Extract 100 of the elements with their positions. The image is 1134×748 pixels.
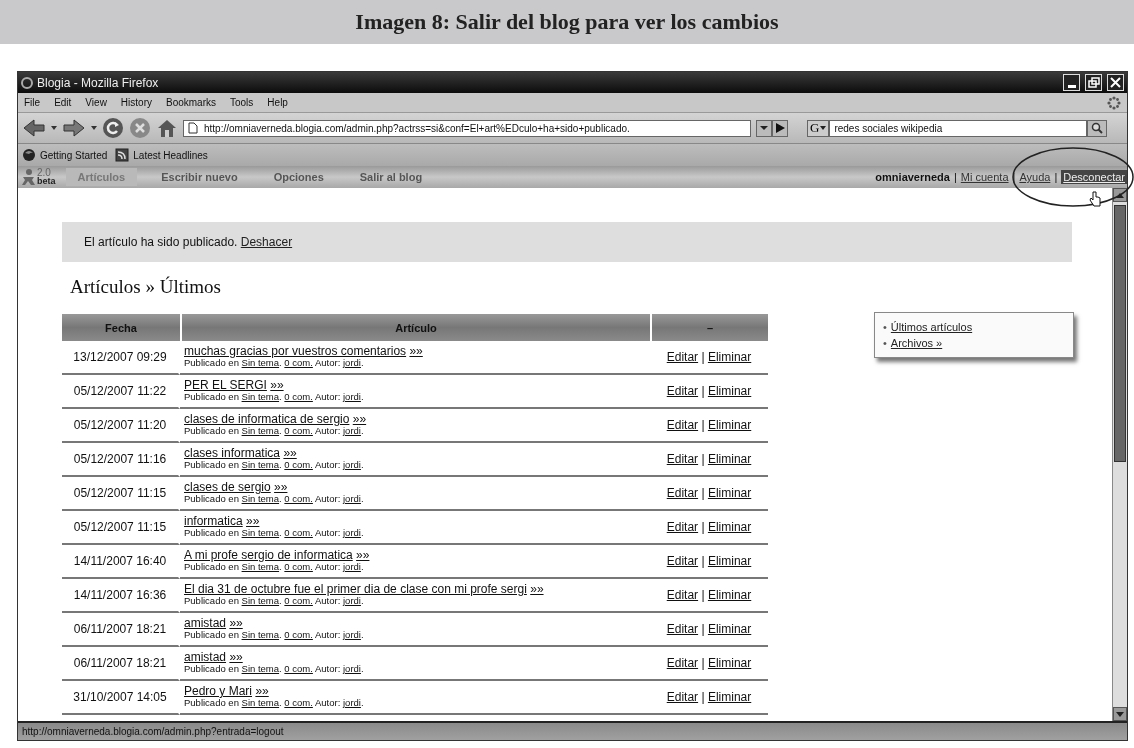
search-field[interactable]: redes sociales wikipedia bbox=[829, 119, 1088, 137]
scrollbar[interactable] bbox=[1112, 188, 1127, 721]
delete-link[interactable]: Eliminar bbox=[707, 554, 752, 568]
delete-link[interactable]: Eliminar bbox=[707, 622, 752, 636]
search-engine-button[interactable]: G bbox=[807, 119, 830, 137]
more-link[interactable]: »» bbox=[274, 480, 288, 494]
meta-link[interactable]: jordi bbox=[343, 629, 361, 640]
delete-link[interactable]: Eliminar bbox=[707, 452, 752, 466]
meta-link[interactable]: 0 com. bbox=[284, 629, 313, 640]
meta-link[interactable]: jordi bbox=[343, 527, 361, 538]
sidebar-link[interactable]: Archivos » bbox=[890, 337, 943, 349]
meta-link[interactable]: 0 com. bbox=[284, 459, 313, 470]
meta-link[interactable]: 0 com. bbox=[284, 391, 313, 402]
meta-link[interactable]: jordi bbox=[343, 561, 361, 572]
dropdown-arrow-icon[interactable] bbox=[91, 125, 97, 131]
search-button[interactable] bbox=[1087, 119, 1108, 137]
menu-item[interactable]: Help bbox=[267, 97, 288, 108]
reload-button[interactable] bbox=[102, 117, 124, 139]
edit-link[interactable]: Editar bbox=[666, 554, 699, 568]
delete-link[interactable]: Eliminar bbox=[707, 384, 752, 398]
article-title-link[interactable]: amistad bbox=[184, 616, 227, 630]
history-dropdown-button[interactable] bbox=[756, 119, 772, 137]
menu-item[interactable]: View bbox=[85, 97, 107, 108]
user-link[interactable]: Desconectar bbox=[1061, 170, 1127, 184]
article-title-link[interactable]: clases informatica bbox=[184, 446, 281, 460]
edit-link[interactable]: Editar bbox=[666, 656, 699, 670]
more-link[interactable]: »» bbox=[356, 548, 370, 562]
home-button[interactable] bbox=[156, 118, 178, 138]
meta-link[interactable]: 0 com. bbox=[284, 663, 313, 674]
nav-tab[interactable]: Escribir nuevo bbox=[149, 168, 250, 186]
article-title-link[interactable]: muchas gracias por vuestros comentarios bbox=[184, 344, 407, 358]
scroll-thumb[interactable] bbox=[1114, 205, 1126, 462]
menu-item[interactable]: Edit bbox=[54, 97, 72, 108]
menu-item[interactable]: Bookmarks bbox=[166, 97, 216, 108]
meta-link[interactable]: 0 com. bbox=[284, 595, 313, 606]
more-link[interactable]: »» bbox=[283, 446, 297, 460]
meta-link[interactable]: jordi bbox=[343, 425, 361, 436]
article-title-link[interactable]: PER EL SERGI bbox=[184, 378, 267, 392]
undo-link[interactable]: Deshacer bbox=[240, 235, 293, 249]
article-title-link[interactable]: El dia 31 de octubre fue el primer dia de clase con mi profe sergi bbox=[184, 582, 527, 596]
menu-item[interactable]: History bbox=[120, 97, 152, 108]
meta-link[interactable]: 0 com. bbox=[284, 357, 313, 368]
meta-link[interactable]: 0 com. bbox=[284, 527, 313, 538]
more-link[interactable]: »» bbox=[246, 514, 260, 528]
meta-link[interactable]: jordi bbox=[343, 391, 361, 402]
edit-link[interactable]: Editar bbox=[666, 622, 699, 636]
meta-link[interactable]: jordi bbox=[343, 493, 361, 504]
minimize-button[interactable] bbox=[1063, 74, 1080, 91]
edit-link[interactable]: Editar bbox=[666, 452, 699, 466]
article-title-link[interactable]: clases de sergio bbox=[184, 480, 271, 494]
delete-link[interactable]: Eliminar bbox=[707, 588, 752, 602]
article-title-link[interactable]: amistad bbox=[184, 650, 227, 664]
meta-link[interactable]: 0 com. bbox=[284, 425, 313, 436]
more-link[interactable]: »» bbox=[255, 684, 269, 698]
maximize-button[interactable] bbox=[1085, 74, 1102, 91]
menu-item[interactable]: File bbox=[24, 97, 41, 108]
meta-link[interactable]: jordi bbox=[343, 697, 361, 708]
back-button[interactable] bbox=[22, 118, 46, 138]
meta-link[interactable]: jordi bbox=[343, 357, 361, 368]
delete-link[interactable]: Eliminar bbox=[707, 486, 752, 500]
meta-link[interactable]: jordi bbox=[343, 663, 361, 674]
article-title-link[interactable]: clases de informatica de sergio bbox=[184, 412, 350, 426]
delete-link[interactable]: Eliminar bbox=[707, 656, 752, 670]
edit-link[interactable]: Editar bbox=[666, 350, 699, 364]
go-button[interactable] bbox=[772, 119, 788, 137]
edit-link[interactable]: Editar bbox=[666, 690, 699, 704]
more-link[interactable]: »» bbox=[352, 412, 367, 426]
address-field[interactable]: http://omniaverneda.blogia.com/admin.php?actrss=si&conf=El+art%EDculo+ha+sido+publicado. bbox=[183, 119, 751, 137]
meta-link[interactable]: jordi bbox=[343, 595, 361, 606]
article-title-link[interactable]: informatica bbox=[184, 514, 243, 528]
user-link[interactable]: Mi cuenta bbox=[960, 171, 1009, 183]
edit-link[interactable]: Editar bbox=[666, 486, 699, 500]
forward-button[interactable] bbox=[62, 118, 86, 138]
close-button[interactable] bbox=[1107, 74, 1124, 91]
bookmark-item[interactable]: Getting Started bbox=[22, 148, 108, 162]
dropdown-arrow-icon[interactable] bbox=[51, 125, 57, 131]
meta-link[interactable]: 0 com. bbox=[284, 697, 313, 708]
menu-item[interactable]: Tools bbox=[230, 97, 254, 108]
scroll-down-button[interactable] bbox=[1113, 707, 1127, 721]
more-link[interactable]: »» bbox=[270, 378, 284, 392]
more-link[interactable]: »» bbox=[229, 616, 243, 630]
delete-link[interactable]: Eliminar bbox=[707, 520, 752, 534]
edit-link[interactable]: Editar bbox=[666, 418, 699, 432]
bookmark-item[interactable]: Latest Headlines bbox=[115, 148, 208, 162]
delete-link[interactable]: Eliminar bbox=[707, 690, 752, 704]
article-title-link[interactable]: A mi profe sergio de informatica bbox=[184, 548, 353, 562]
stop-button[interactable] bbox=[129, 117, 151, 139]
sidebar-link[interactable]: Últimos artículos bbox=[890, 321, 973, 333]
meta-link[interactable]: 0 com. bbox=[284, 561, 313, 572]
more-link[interactable]: »» bbox=[409, 344, 423, 358]
nav-tab[interactable]: Salir al blog bbox=[347, 168, 435, 186]
meta-link[interactable]: 0 com. bbox=[284, 493, 313, 504]
nav-tab[interactable]: Opciones bbox=[261, 168, 336, 186]
delete-link[interactable]: Eliminar bbox=[707, 350, 752, 364]
more-link[interactable]: »» bbox=[530, 582, 544, 596]
user-link[interactable]: Ayuda bbox=[1019, 171, 1051, 183]
more-link[interactable]: »» bbox=[229, 650, 243, 664]
edit-link[interactable]: Editar bbox=[666, 588, 699, 602]
meta-link[interactable]: jordi bbox=[343, 459, 361, 470]
delete-link[interactable]: Eliminar bbox=[707, 418, 752, 432]
